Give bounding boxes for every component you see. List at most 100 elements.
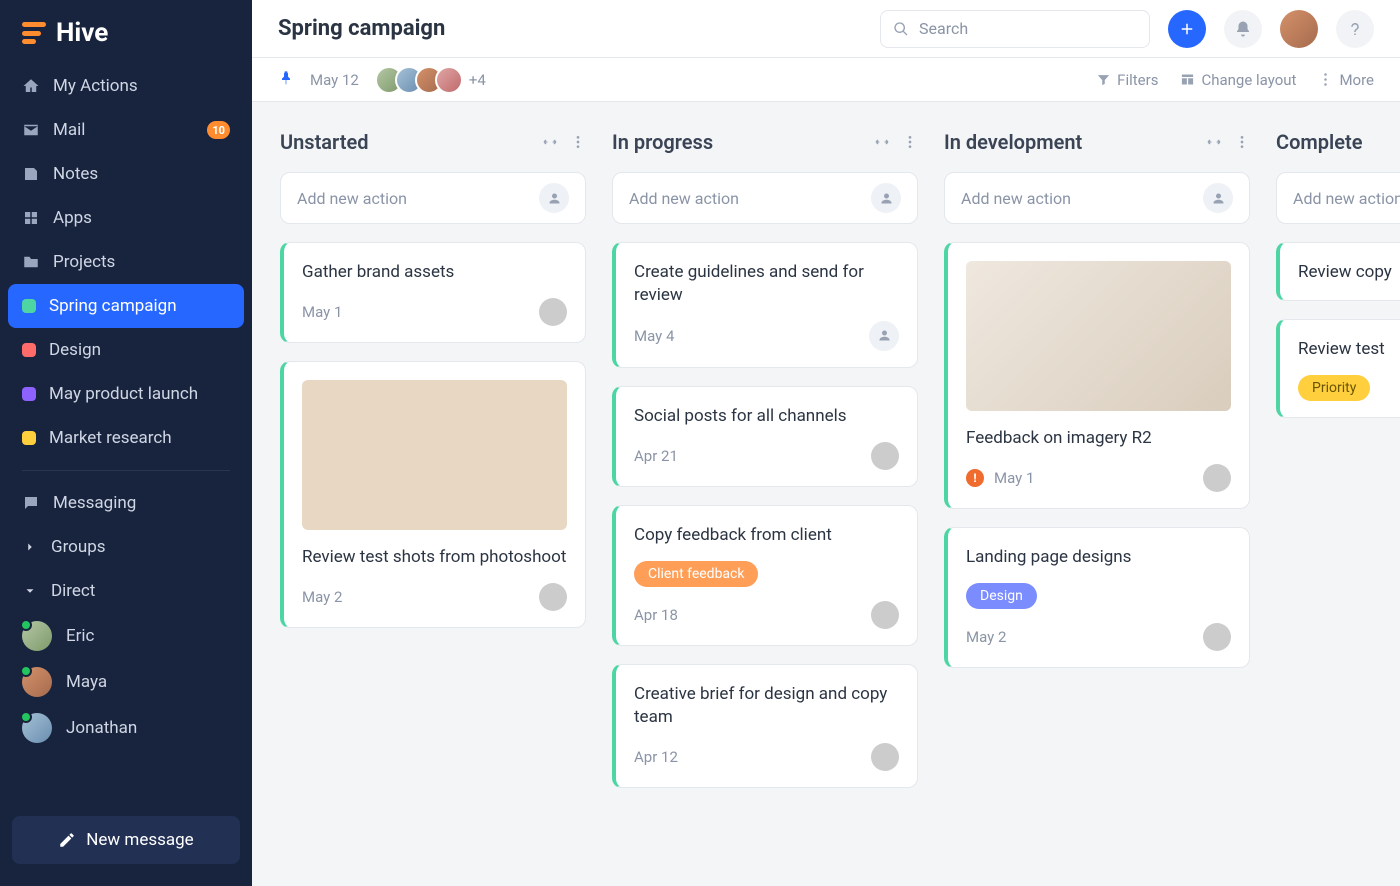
profile-avatar[interactable]: [1280, 10, 1318, 48]
card-title: Feedback on imagery R2: [966, 427, 1231, 450]
filter-icon: [1096, 72, 1111, 87]
assignee-avatar[interactable]: [1203, 464, 1231, 492]
card[interactable]: Creative brief for design and copy team …: [612, 664, 918, 788]
sidebar-item-mail[interactable]: Mail 10: [0, 108, 252, 152]
folder-icon: [22, 253, 40, 271]
search-placeholder: Search: [919, 19, 968, 38]
column-in-development: In development Add new action Feedback o…: [944, 130, 1250, 858]
card[interactable]: Copy feedback from client Client feedbac…: [612, 505, 918, 646]
logo[interactable]: Hive: [0, 14, 252, 64]
notifications-button[interactable]: [1224, 10, 1262, 48]
add-button[interactable]: [1168, 10, 1206, 48]
column-header: Complete: [1276, 130, 1400, 154]
assignee-avatar[interactable]: [1203, 623, 1231, 651]
help-button[interactable]: [1336, 10, 1374, 48]
card-date: Apr 18: [634, 606, 678, 624]
search-input[interactable]: Search: [880, 10, 1150, 48]
column-menu-icon[interactable]: [902, 134, 918, 150]
assign-button[interactable]: [539, 183, 569, 213]
card-tag[interactable]: Client feedback: [634, 561, 758, 587]
column-in-progress: In progress Add new action Create guidel…: [612, 130, 918, 858]
mail-badge: 10: [207, 121, 230, 139]
presence-icon: [20, 619, 32, 631]
add-action-input[interactable]: Add new action: [612, 172, 918, 224]
more-button[interactable]: More: [1318, 71, 1374, 89]
home-icon: [22, 77, 40, 95]
sidebar-project-market-research[interactable]: Market research: [8, 416, 244, 460]
sidebar-item-label: Apps: [53, 208, 92, 228]
change-layout-button[interactable]: Change layout: [1180, 71, 1296, 89]
sidebar-item-groups[interactable]: Groups: [0, 525, 252, 569]
dm-name: Jonathan: [66, 718, 137, 738]
resize-icon[interactable]: [542, 134, 558, 150]
column-title: Complete: [1276, 130, 1362, 154]
assignee-avatar[interactable]: [871, 743, 899, 771]
app-name: Hive: [56, 18, 108, 48]
card[interactable]: Review test Priority: [1276, 319, 1400, 418]
card-title: Review copy: [1298, 261, 1397, 284]
alert-icon: !: [966, 469, 984, 487]
sidebar-item-messaging[interactable]: Messaging: [0, 481, 252, 525]
resize-icon[interactable]: [1206, 134, 1222, 150]
sidebar-project-may-launch[interactable]: May product launch: [8, 372, 244, 416]
resize-icon[interactable]: [874, 134, 890, 150]
chevron-down-icon: [22, 583, 38, 599]
card-title: Review test: [1298, 338, 1397, 361]
card[interactable]: Social posts for all channels Apr 21: [612, 386, 918, 487]
column-menu-icon[interactable]: [570, 134, 586, 150]
card-tag[interactable]: Priority: [1298, 375, 1370, 401]
add-action-input[interactable]: Add new action: [1276, 172, 1400, 224]
chevron-right-icon: [22, 539, 38, 555]
search-icon: [893, 21, 909, 37]
card[interactable]: Review test shots from photoshoot May 2: [280, 361, 586, 628]
sidebar-project-design[interactable]: Design: [8, 328, 244, 372]
assignee-avatar[interactable]: [871, 601, 899, 629]
main: Spring campaign Search May 12 +4 Filters: [252, 0, 1400, 886]
member-stack[interactable]: +4: [375, 66, 486, 94]
card[interactable]: Gather brand assets May 1: [280, 242, 586, 343]
sidebar-item-apps[interactable]: Apps: [0, 196, 252, 240]
project-date: May 12: [310, 71, 359, 89]
dm-eric[interactable]: Eric: [0, 613, 252, 659]
assign-button[interactable]: [871, 183, 901, 213]
card-date: May 2: [966, 628, 1006, 646]
card[interactable]: Landing page designs Design May 2: [944, 527, 1250, 668]
sidebar-item-my-actions[interactable]: My Actions: [0, 64, 252, 108]
filters-button[interactable]: Filters: [1096, 71, 1158, 89]
logo-icon: [22, 22, 46, 44]
card-title: Landing page designs: [966, 546, 1231, 569]
assign-button[interactable]: [869, 321, 899, 351]
pin-button[interactable]: [278, 70, 294, 90]
assignee-avatar[interactable]: [871, 442, 899, 470]
card-date: May 4: [634, 327, 674, 345]
card-tag[interactable]: Design: [966, 583, 1037, 609]
project-label: May product launch: [49, 384, 198, 404]
card-date: May 1: [994, 469, 1034, 487]
column-header: Unstarted: [280, 130, 586, 154]
new-message-button[interactable]: New message: [12, 816, 240, 864]
assignee-avatar[interactable]: [539, 298, 567, 326]
card-image: [966, 261, 1231, 411]
column-header: In progress: [612, 130, 918, 154]
card[interactable]: Create guidelines and send for review Ma…: [612, 242, 918, 368]
add-action-input[interactable]: Add new action: [944, 172, 1250, 224]
add-action-input[interactable]: Add new action: [280, 172, 586, 224]
column-menu-icon[interactable]: [1234, 134, 1250, 150]
pin-icon: [278, 70, 294, 86]
dm-maya[interactable]: Maya: [0, 659, 252, 705]
compose-icon: [58, 831, 76, 849]
card[interactable]: Review copy: [1276, 242, 1400, 301]
sidebar-item-label: Groups: [51, 537, 106, 557]
assign-button[interactable]: [1203, 183, 1233, 213]
sidebar-project-spring-campaign[interactable]: Spring campaign: [8, 284, 244, 328]
sidebar-item-direct[interactable]: Direct: [0, 569, 252, 613]
bell-icon: [1234, 20, 1252, 38]
assignee-avatar[interactable]: [539, 583, 567, 611]
sidebar-item-projects[interactable]: Projects: [0, 240, 252, 284]
column-unstarted: Unstarted Add new action Gather brand as…: [280, 130, 586, 858]
person-icon: [1211, 191, 1226, 206]
dm-jonathan[interactable]: Jonathan: [0, 705, 252, 751]
card[interactable]: Feedback on imagery R2 ! May 1: [944, 242, 1250, 509]
sidebar-item-notes[interactable]: Notes: [0, 152, 252, 196]
presence-icon: [20, 711, 32, 723]
